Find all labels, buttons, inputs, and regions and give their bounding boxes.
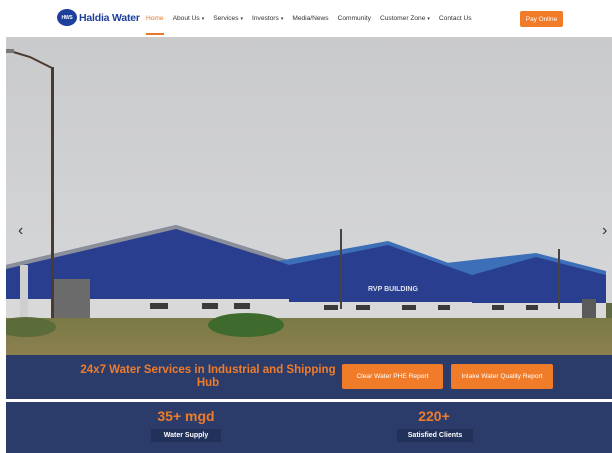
slider-next-arrow[interactable]: › bbox=[602, 223, 607, 239]
nav-item-about-us[interactable]: About Us ▾ bbox=[173, 0, 205, 37]
intake-water-report-button[interactable]: Intake Water Quality Report bbox=[451, 364, 553, 389]
chevron-down-icon: ▾ bbox=[240, 15, 244, 22]
nav-item-label: Home bbox=[146, 15, 164, 22]
nav-item-label: Contact Us bbox=[438, 15, 472, 22]
top-navbar: HWS Haldia Water Home About Us ▾ Service… bbox=[0, 0, 612, 37]
nav-item-media-news[interactable]: Media/News bbox=[292, 0, 328, 37]
slider-prev-arrow[interactable]: ‹ bbox=[18, 223, 23, 239]
chevron-down-icon: ▾ bbox=[280, 15, 284, 22]
stats-section: 35+ mgd Water Supply 220+ Satisfied Clie… bbox=[6, 402, 612, 453]
nav-item-label: Community bbox=[337, 15, 371, 22]
nav-item-label: About Us bbox=[172, 15, 200, 22]
nav-item-label: Services bbox=[213, 15, 239, 22]
main-menu: Home About Us ▾ Services ▾ Investors ▾ M… bbox=[146, 0, 481, 37]
stat-value-clients: 220+ bbox=[418, 408, 450, 424]
pay-online-button[interactable]: Pay Online bbox=[520, 11, 563, 27]
hero-slider: RVP BUILDING ‹ › bbox=[6, 37, 612, 355]
nav-item-label: Customer Zone bbox=[379, 15, 426, 22]
nav-item-services[interactable]: Services ▾ bbox=[213, 0, 243, 37]
services-banner: 24x7 Water Services in Industrial and Sh… bbox=[6, 355, 612, 399]
chevron-down-icon: ▾ bbox=[427, 15, 430, 22]
nav-item-home[interactable]: Home bbox=[146, 0, 164, 37]
logo-mark-icon: HWS bbox=[57, 9, 77, 26]
nav-item-investors[interactable]: Investors ▾ bbox=[252, 0, 283, 37]
nav-item-customer-zone[interactable]: Customer Zone ▾ bbox=[380, 0, 430, 37]
stat-value-water-supply: 35+ mgd bbox=[157, 408, 215, 424]
brand-name: Haldia Water bbox=[79, 11, 140, 24]
hero-image: RVP BUILDING bbox=[6, 37, 612, 355]
brand-logo[interactable]: HWS Haldia Water bbox=[57, 9, 140, 26]
banner-title: 24x7 Water Services in Industrial and Sh… bbox=[80, 364, 336, 389]
stat-label-water-supply: Water Supply bbox=[151, 429, 221, 442]
nav-item-community[interactable]: Community bbox=[338, 0, 371, 37]
nav-item-contact-us[interactable]: Contact Us bbox=[439, 0, 472, 37]
stat-label-clients: Satisfied Clients bbox=[397, 429, 473, 442]
building-sign: RVP BUILDING bbox=[368, 286, 418, 293]
clear-water-report-button[interactable]: Clear Water PHE Report bbox=[342, 364, 443, 389]
nav-item-label: Media/News bbox=[292, 15, 329, 22]
nav-item-label: Investors bbox=[252, 15, 279, 22]
chevron-down-icon: ▾ bbox=[201, 15, 205, 22]
